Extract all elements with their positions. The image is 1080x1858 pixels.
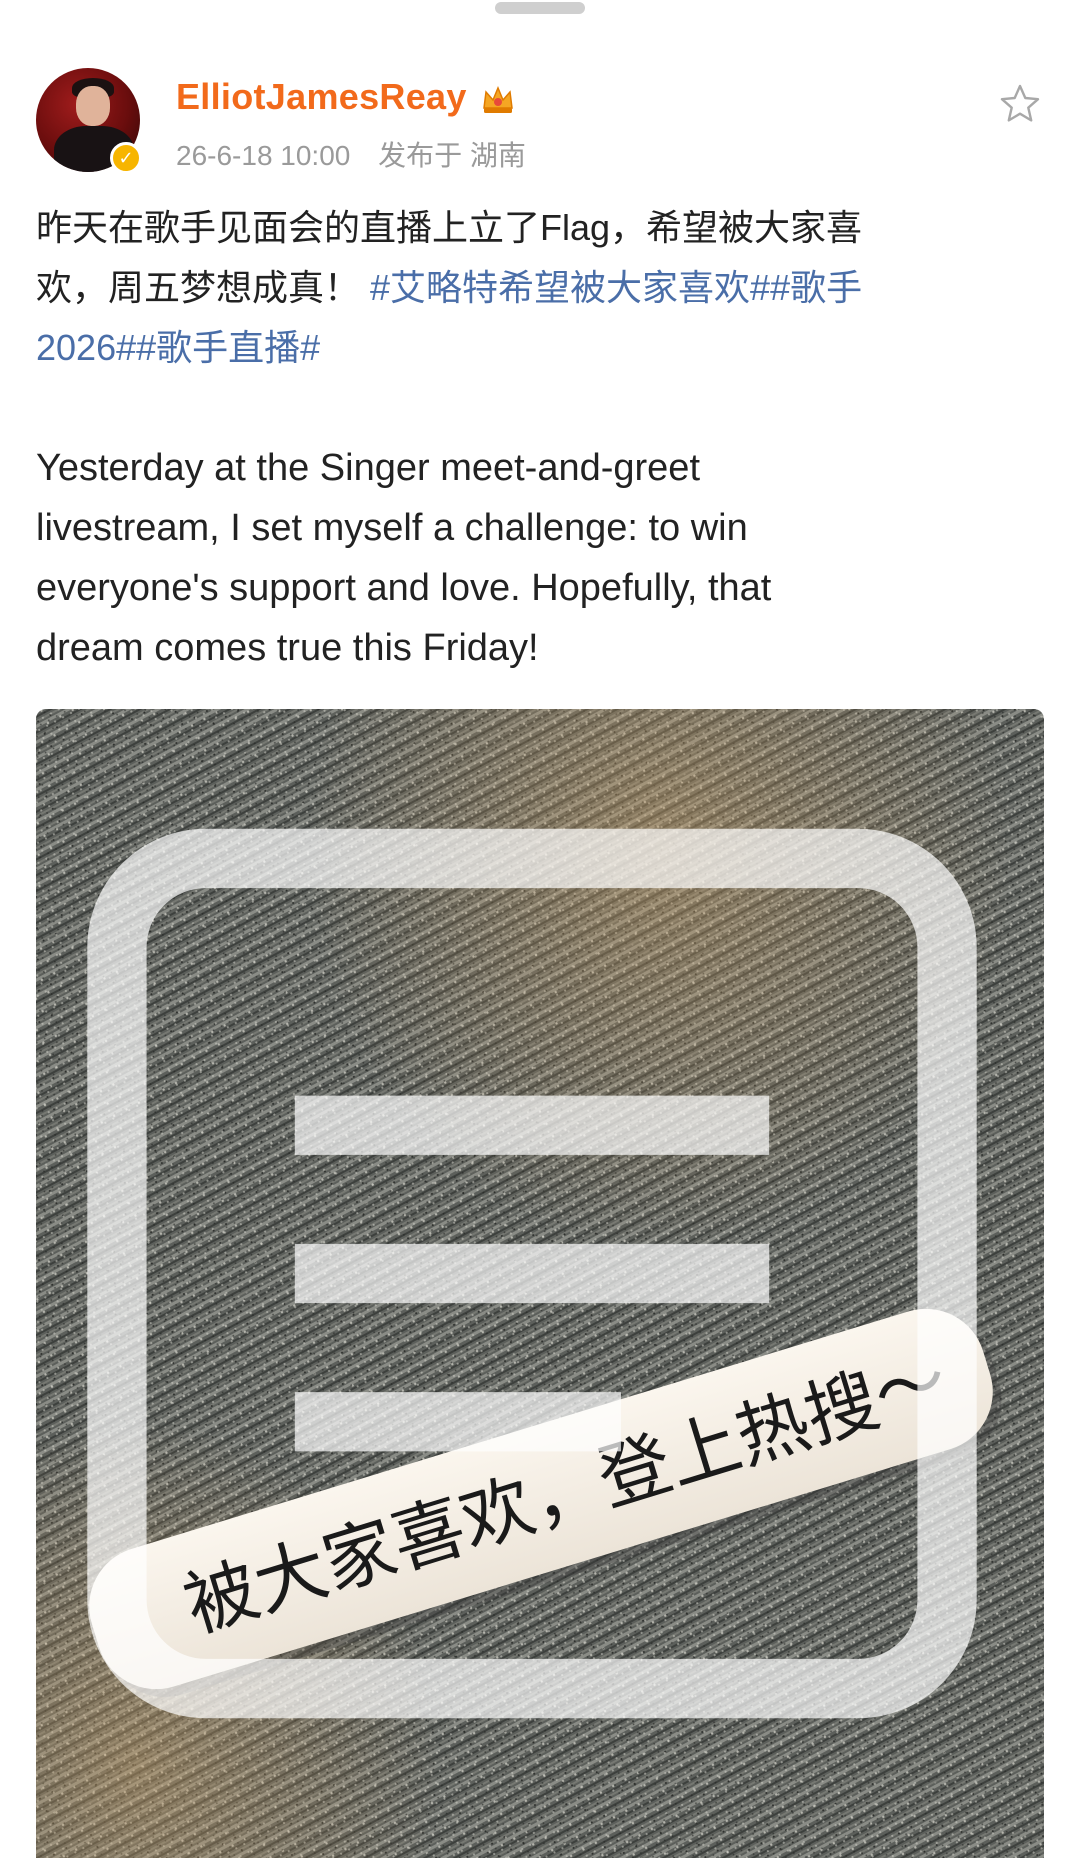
- post-text-zh-line: 欢，周五梦想成真！ #艾略特希望被大家喜欢##歌手: [36, 267, 863, 308]
- hashtag-link[interactable]: #艾略特希望被大家喜欢##歌手: [370, 267, 862, 308]
- post-image[interactable]: 被大家喜欢，登上热搜～: [36, 709, 1044, 1858]
- post-text-zh-line: 昨天在歌手见面会的直播上立了Flag，希望被大家喜: [36, 207, 863, 248]
- post-meta: 26-6-18 10:00 发布于 湖南: [176, 134, 546, 174]
- username[interactable]: ElliotJamesReay: [176, 76, 467, 118]
- post-text-zh: 昨天在歌手见面会的直播上立了Flag，希望被大家喜 欢，周五梦想成真！ #艾略特…: [36, 198, 1036, 378]
- verified-badge-icon: ✓: [110, 142, 142, 174]
- avatar-face: [76, 86, 110, 126]
- post-text-en-line: everyone's support and love. Hopefully, …: [36, 567, 772, 609]
- post-text-en-line: Yesterday at the Singer meet-and-greet: [36, 447, 700, 489]
- post-timestamp: 26-6-18 10:00: [176, 140, 351, 171]
- watermark-icon: [87, 828, 977, 1719]
- crown-icon[interactable]: [478, 78, 518, 118]
- sheet-grabber[interactable]: [495, 2, 585, 14]
- post-text-en-line: dream comes true this Friday!: [36, 627, 539, 669]
- post-text-en: Yesterday at the Singer meet-and-greet l…: [36, 438, 1036, 678]
- hashtag-link[interactable]: 2026##歌手直播#: [36, 318, 1036, 378]
- post-location: 发布于 湖南: [378, 140, 526, 171]
- post-text-en-line: livestream, I set myself a challenge: to…: [36, 507, 748, 549]
- star-icon[interactable]: [998, 82, 1042, 126]
